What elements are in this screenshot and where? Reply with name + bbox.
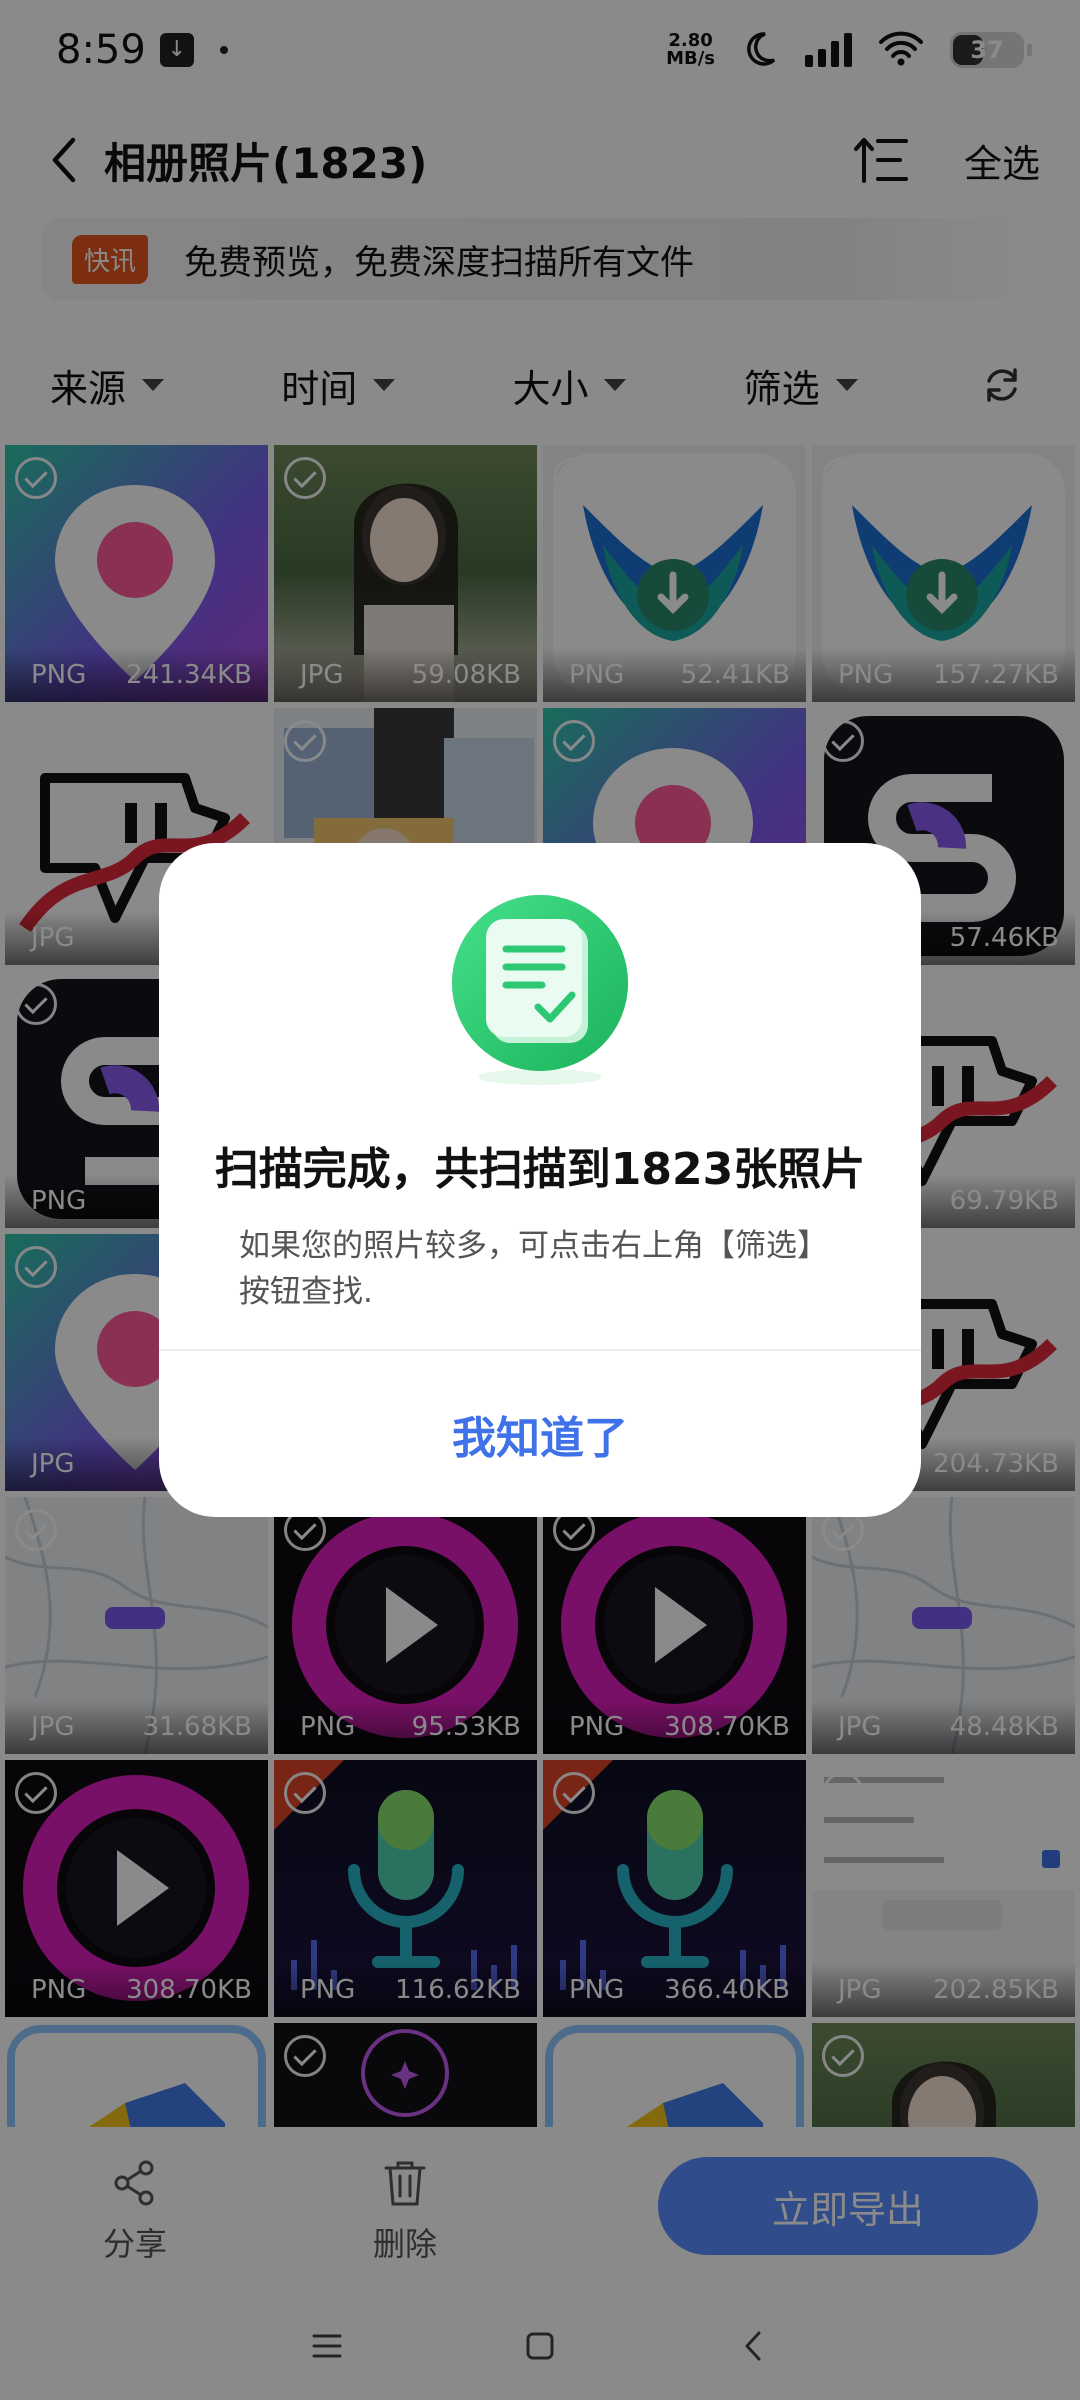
scan-complete-dialog: 扫描完成，共扫描到1823张照片 如果您的照片较多，可点击右上角【筛选】按钮查找… (159, 843, 921, 1517)
confirm-button[interactable]: 我知道了 (159, 1351, 921, 1517)
document-check-icon (452, 895, 628, 1095)
dialog-message: 如果您的照片较多，可点击右上角【筛选】按钮查找. (239, 1228, 828, 1310)
dialog-title: 扫描完成，共扫描到1823张照片 (214, 1144, 866, 1195)
